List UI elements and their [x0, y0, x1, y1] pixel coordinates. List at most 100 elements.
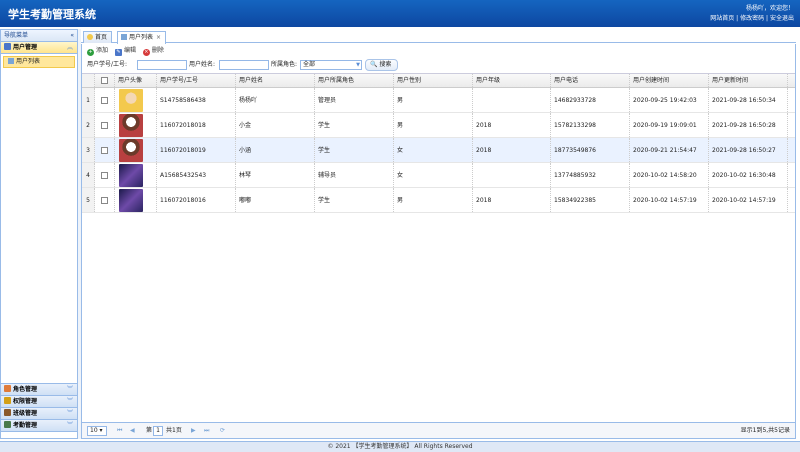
- tab-home[interactable]: 首页: [83, 31, 113, 43]
- header-created[interactable]: 用户创建时间: [630, 74, 709, 87]
- chevron-up-icon[interactable]: ︽: [67, 42, 73, 54]
- page-size-select[interactable]: 10 ▾: [87, 426, 107, 436]
- cell-grade: 2018: [473, 188, 551, 212]
- cell-gender: 男: [394, 188, 473, 212]
- cell-name: 林琴: [236, 163, 315, 187]
- cell-gender: 女: [394, 163, 473, 187]
- plus-icon: +: [87, 49, 94, 56]
- name-search-input[interactable]: [219, 60, 269, 70]
- bulb-icon: [87, 34, 93, 40]
- row-checkbox[interactable]: [101, 97, 108, 104]
- logout-link[interactable]: 安全退出: [770, 15, 794, 22]
- welcome-text: 杨杨吖，欢迎您！: [745, 5, 794, 12]
- id-search-input[interactable]: [137, 60, 187, 70]
- user-table: 用户头像 用户学号/工号 用户姓名 用户所属角色 用户性别 用户年级 用户电话 …: [82, 73, 795, 423]
- row-checkbox[interactable]: [101, 147, 108, 154]
- chevron-down-icon[interactable]: ︾: [67, 420, 73, 432]
- select-all-checkbox[interactable]: [101, 77, 108, 84]
- cell-id: S14758586438: [157, 88, 236, 112]
- cell-updated: 2020-10-02 16:30:48: [709, 163, 788, 187]
- cell-created: 2020-09-25 19:42:03: [630, 88, 709, 112]
- row-select-cell: [95, 163, 115, 187]
- header-id[interactable]: 用户学号/工号: [157, 74, 236, 87]
- prev-page-icon[interactable]: ◀: [130, 423, 135, 439]
- last-page-icon[interactable]: ⏭: [204, 423, 209, 439]
- toolbar: + 添加 ✎ 编辑 × 删除: [82, 44, 795, 58]
- cell-role: 学生: [315, 188, 394, 212]
- section-attendance[interactable]: 考勤管理 ︾: [1, 420, 77, 432]
- tab-label: 首页: [95, 34, 108, 41]
- search-button[interactable]: 🔍 搜索: [365, 59, 399, 71]
- app-title: 学生考勤管理系统: [8, 8, 96, 21]
- section-label: 角色管理: [13, 386, 38, 393]
- collapse-icon[interactable]: «: [70, 30, 74, 42]
- cell-role: 辅导员: [315, 163, 394, 187]
- section-key[interactable]: 权限管理 ︾: [1, 396, 77, 408]
- home-link[interactable]: 网站首页: [710, 15, 734, 22]
- header-phone[interactable]: 用户电话: [551, 74, 630, 87]
- section-label: 考勤管理: [13, 422, 38, 429]
- chevron-down-icon[interactable]: ︾: [67, 408, 73, 420]
- cell-updated: 2020-10-02 14:57:19: [709, 188, 788, 212]
- delete-button[interactable]: × 删除: [142, 44, 164, 58]
- header-grade[interactable]: 用户年级: [473, 74, 551, 87]
- chevron-down-icon[interactable]: ︾: [67, 396, 73, 408]
- avatar: [119, 164, 143, 187]
- page-icon: [121, 34, 127, 40]
- avatar: [119, 189, 143, 212]
- row-number: 4: [82, 163, 95, 187]
- section-role[interactable]: 角色管理 ︾: [1, 384, 77, 396]
- app-header: 学生考勤管理系统 杨杨吖，欢迎您！ 网站首页 | 修改密码 | 安全退出: [0, 0, 800, 27]
- table-row[interactable]: 4 A15685432543 林琴 辅导员女 13774885932 2020-10-02…: [82, 163, 795, 188]
- header-gender[interactable]: 用户性别: [394, 74, 473, 87]
- cell-grade: 2018: [473, 138, 551, 162]
- first-page-icon[interactable]: ⏮: [117, 423, 122, 439]
- search-bar: 用户学号/工号: 用户姓名: 所属角色: 全部 ▼ 🔍 搜索: [82, 58, 795, 72]
- cell-grade: 2018: [473, 113, 551, 137]
- role-select[interactable]: 全部 ▼: [300, 60, 362, 70]
- row-checkbox[interactable]: [101, 172, 108, 179]
- cell-grade: [473, 88, 551, 112]
- next-page-icon[interactable]: ▶: [191, 423, 196, 439]
- pagination-bar: 10 ▾ ⏮ ◀ 第 1 共1页 ▶ ⏭ ⟳ 显示1到5,共5记录: [82, 422, 795, 438]
- table-row[interactable]: 2 116072018018 小金 学生男 2018 15782133298 2020-09…: [82, 113, 795, 138]
- change-password-link[interactable]: 修改密码: [740, 15, 764, 22]
- section-class[interactable]: 班级管理 ︾: [1, 408, 77, 420]
- key-icon: [4, 397, 11, 404]
- table-row[interactable]: 3 116072018019 小涵 学生女 2018 18773549876 2020-09…: [82, 138, 795, 163]
- sidebar-item-user-list[interactable]: 用户列表: [3, 56, 75, 68]
- row-number: 1: [82, 88, 95, 112]
- table-row[interactable]: 5 116072018016 嘟嘟 学生男 2018 15834922385 2020-10…: [82, 188, 795, 213]
- section-label: 用户管理: [13, 44, 38, 51]
- list-icon: [8, 58, 14, 64]
- tab-user-list[interactable]: 用户列表 ×: [117, 31, 167, 44]
- header-updated[interactable]: 用户更新时间: [709, 74, 788, 87]
- cell-id: 116072018019: [157, 138, 236, 162]
- cell-role: 学生: [315, 113, 394, 137]
- section-user-management[interactable]: 用户管理 ︽: [1, 42, 77, 54]
- chevron-down-icon[interactable]: ︾: [67, 384, 73, 396]
- row-number: 2: [82, 113, 95, 137]
- edit-button[interactable]: ✎ 编辑: [114, 44, 136, 58]
- cell-phone: 18773549876: [551, 138, 630, 162]
- cell-updated: 2021-09-28 16:50:28: [709, 113, 788, 137]
- table-row[interactable]: 1 S14758586438 杨杨吖 管理员男 14682933728 2020-09-2…: [82, 88, 795, 113]
- search-icon: 🔍: [370, 61, 378, 68]
- page-number-input[interactable]: 1: [153, 426, 163, 436]
- row-checkbox[interactable]: [101, 197, 108, 204]
- cell-updated: 2021-09-28 16:50:34: [709, 88, 788, 112]
- refresh-icon[interactable]: ⟳: [220, 423, 225, 439]
- close-icon[interactable]: ×: [156, 34, 161, 41]
- cell-id: 116072018018: [157, 113, 236, 137]
- delete-icon: ×: [142, 49, 150, 56]
- table-header: 用户头像 用户学号/工号 用户姓名 用户所属角色 用户性别 用户年级 用户电话 …: [82, 74, 795, 88]
- row-checkbox[interactable]: [101, 122, 108, 129]
- header-role[interactable]: 用户所属角色: [315, 74, 394, 87]
- header-name[interactable]: 用户姓名: [236, 74, 315, 87]
- cell-gender: 女: [394, 138, 473, 162]
- header-avatar[interactable]: 用户头像: [115, 74, 157, 87]
- avatar-cell: [115, 163, 157, 187]
- avatar-cell: [115, 113, 157, 137]
- add-button[interactable]: + 添加: [87, 44, 108, 58]
- name-label: 用户姓名:: [189, 61, 216, 68]
